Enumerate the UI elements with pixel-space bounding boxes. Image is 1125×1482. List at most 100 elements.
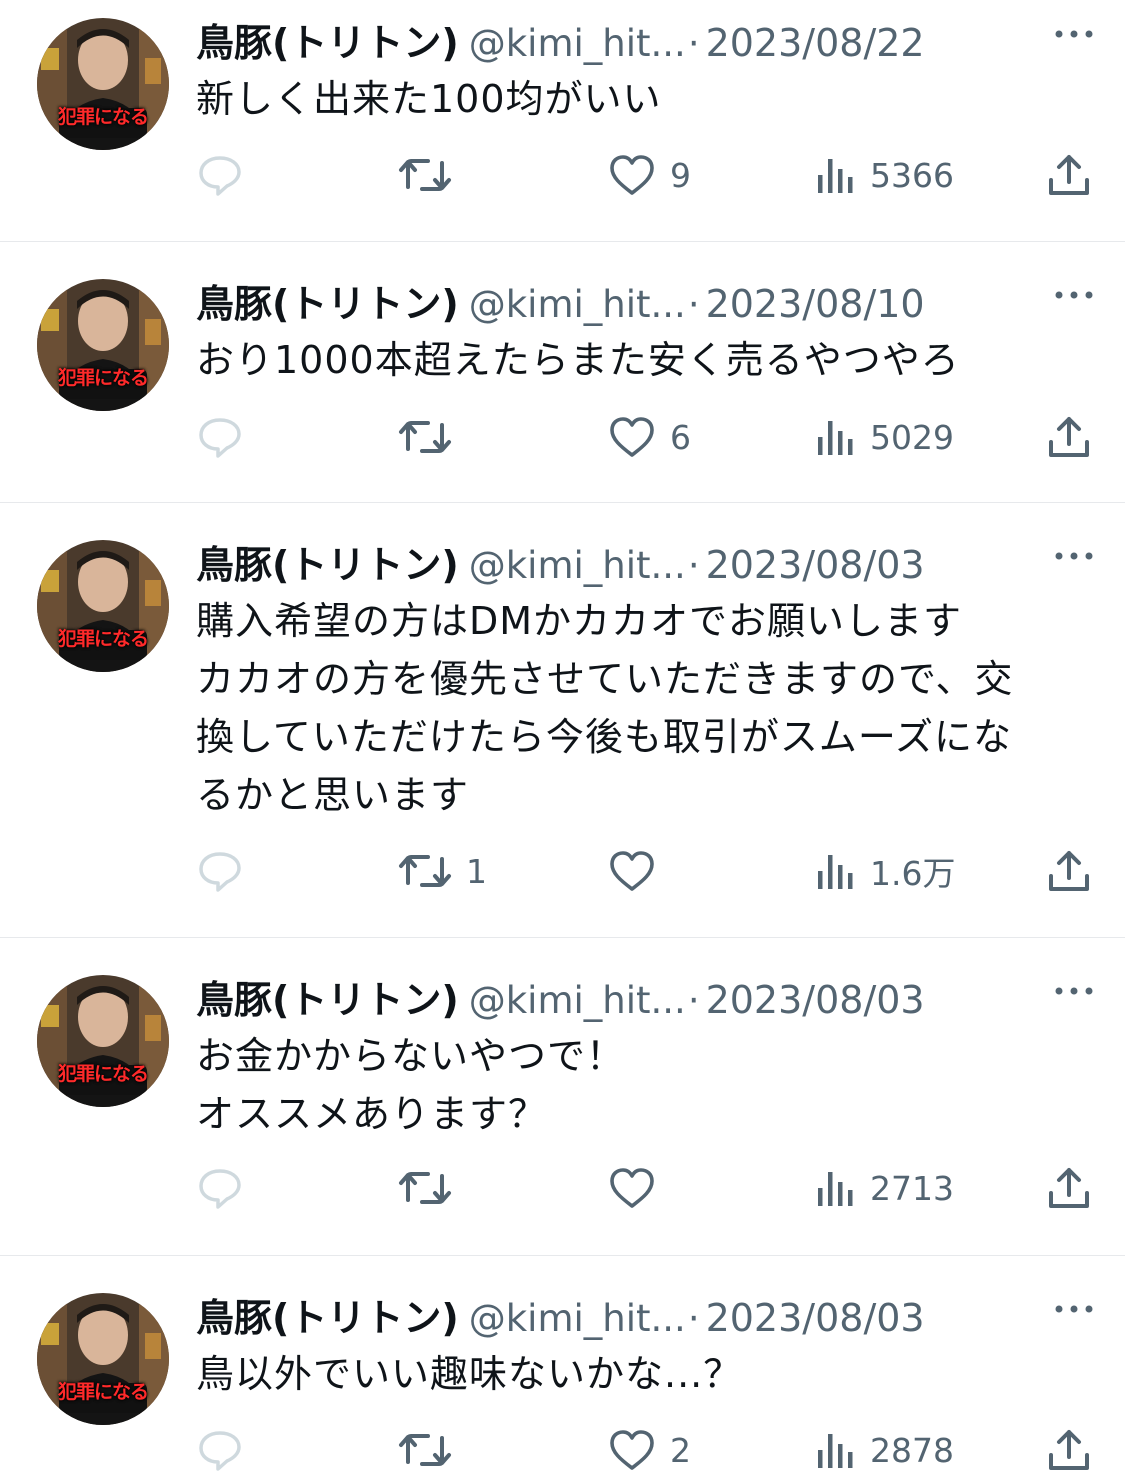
avatar-caption: 犯罪になる (57, 367, 149, 389)
author-name[interactable]: 鳥豚(トリトン) (196, 21, 459, 65)
tweet[interactable]: 犯罪になる 鳥豚(トリトン) @kimi_hit...· 2023/08/22 新し… (0, 0, 1125, 242)
author-handle[interactable]: @kimi_hit... (469, 283, 686, 326)
author-name[interactable]: 鳥豚(トリトン) (196, 282, 459, 326)
views-count: 1.6万 (870, 854, 956, 893)
avatar[interactable]: 犯罪になる (37, 1293, 169, 1425)
tweet-text-line: るかと思います (196, 773, 470, 817)
tweet-text-line: 換していただけたら今後も取引がスムーズにな (196, 715, 1012, 759)
views-chart-icon (818, 855, 853, 889)
views-button[interactable]: 5029 (816, 412, 954, 462)
avatar[interactable]: 犯罪になる (37, 18, 169, 150)
tweet-text: 購入希望の方はDMかカカオでお願いします カカオの方を優先させていただきますので… (196, 592, 1086, 824)
like-button[interactable]: 9 (608, 150, 691, 200)
separator: · (687, 544, 700, 587)
views-button[interactable]: 5366 (816, 150, 954, 200)
like-button[interactable]: 6 (608, 412, 691, 462)
avatar[interactable]: 犯罪になる (37, 975, 169, 1107)
more-dots-icon[interactable] (1053, 548, 1095, 564)
tweet-date[interactable]: 2023/08/03 (706, 1296, 925, 1340)
tweet-date[interactable]: 2023/08/10 (706, 282, 925, 326)
views-count: 5366 (870, 155, 954, 195)
heart-icon (610, 1430, 654, 1470)
like-count: 2 (670, 1430, 691, 1470)
reply-button[interactable] (196, 150, 258, 200)
author-handle[interactable]: @kimi_hit... (469, 22, 686, 65)
more-dots-icon[interactable] (1053, 1301, 1095, 1317)
views-chart-icon (818, 1434, 853, 1468)
share-button[interactable] (1047, 846, 1091, 896)
reply-button[interactable] (196, 846, 258, 896)
author-handle[interactable]: @kimi_hit... (469, 544, 686, 587)
retweet-button[interactable] (398, 1163, 466, 1213)
tweet-text-line: おり1000本超えたらまた安く売るやつやろ (196, 338, 960, 382)
tweet-text: お金かからないやつで！ オススメあります？ (196, 1027, 1086, 1143)
heart-icon (610, 1168, 654, 1208)
more-dots-icon[interactable] (1053, 26, 1095, 42)
separator: · (687, 283, 700, 326)
author-handle[interactable]: @kimi_hit... (469, 1297, 686, 1340)
share-icon (1049, 1168, 1089, 1208)
share-icon (1049, 851, 1089, 891)
avatar[interactable]: 犯罪になる (37, 279, 169, 411)
tweet-date[interactable]: 2023/08/03 (706, 978, 925, 1022)
reply-icon (199, 852, 241, 892)
views-count: 2878 (870, 1430, 954, 1470)
separator: · (687, 1297, 700, 1340)
retweet-icon (399, 1434, 451, 1466)
retweet-icon (399, 855, 451, 887)
share-button[interactable] (1047, 412, 1091, 462)
tweet[interactable]: 犯罪になる 鳥豚(トリトン) @kimi_hit...· 2023/08/03 鳥以… (0, 1256, 1125, 1482)
tweet[interactable]: 犯罪になる 鳥豚(トリトン) @kimi_hit...· 2023/08/03 購入… (0, 503, 1125, 938)
retweet-button[interactable] (398, 150, 466, 200)
tweet-date[interactable]: 2023/08/22 (706, 21, 925, 65)
author-name[interactable]: 鳥豚(トリトン) (196, 978, 459, 1022)
action-bar: 6 5029 (196, 412, 1091, 462)
reply-button[interactable] (196, 412, 258, 462)
more-dots-icon[interactable] (1053, 983, 1095, 999)
avatar-caption: 犯罪になる (57, 1381, 149, 1403)
reply-icon (199, 156, 241, 196)
retweet-button[interactable] (398, 412, 466, 462)
share-button[interactable] (1047, 1425, 1091, 1475)
tweet-text-line: カカオの方を優先させていただきますので、交 (196, 657, 1014, 701)
tweet-text-line: お金かからないやつで！ (196, 1034, 626, 1078)
action-bar: 9 5366 (196, 150, 1091, 200)
author-name[interactable]: 鳥豚(トリトン) (196, 543, 459, 587)
like-button[interactable] (608, 846, 670, 896)
share-button[interactable] (1047, 1163, 1091, 1213)
views-count: 5029 (870, 417, 954, 457)
retweet-icon (399, 1172, 451, 1204)
tweet-header: 鳥豚(トリトン) @kimi_hit...· 2023/08/10 (196, 273, 1095, 326)
reply-icon (199, 1431, 241, 1471)
tweet[interactable]: 犯罪になる 鳥豚(トリトン) @kimi_hit...· 2023/08/10 おり… (0, 242, 1125, 503)
like-button[interactable] (608, 1163, 670, 1213)
retweet-button[interactable] (398, 1425, 466, 1475)
tweet-text-line: 新しく出来た100均がいい (196, 77, 662, 121)
avatar[interactable]: 犯罪になる (37, 540, 169, 672)
heart-icon (610, 851, 654, 891)
views-button[interactable]: 2878 (816, 1425, 954, 1475)
reply-button[interactable] (196, 1425, 258, 1475)
action-bar: 2713 (196, 1163, 1091, 1213)
share-button[interactable] (1047, 150, 1091, 200)
tweet-header: 鳥豚(トリトン) @kimi_hit...· 2023/08/22 (196, 12, 1095, 65)
more-dots-icon[interactable] (1053, 287, 1095, 303)
views-chart-icon (818, 421, 853, 455)
avatar-caption: 犯罪になる (57, 628, 149, 650)
author-handle[interactable]: @kimi_hit... (469, 979, 686, 1022)
views-count: 2713 (870, 1168, 954, 1208)
views-chart-icon (818, 1172, 853, 1206)
like-button[interactable]: 2 (608, 1425, 691, 1475)
tweet-header: 鳥豚(トリトン) @kimi_hit...· 2023/08/03 (196, 1287, 1095, 1340)
views-button[interactable]: 1.6万 (816, 846, 955, 896)
reply-button[interactable] (196, 1163, 258, 1213)
share-icon (1049, 417, 1089, 457)
retweet-icon (399, 159, 451, 191)
tweet-date[interactable]: 2023/08/03 (706, 543, 925, 587)
retweet-icon (399, 421, 451, 453)
views-button[interactable]: 2713 (816, 1163, 954, 1213)
action-bar: 1 1.6万 (196, 846, 1091, 896)
author-name[interactable]: 鳥豚(トリトン) (196, 1296, 459, 1340)
retweet-button[interactable]: 1 (398, 846, 487, 896)
tweet[interactable]: 犯罪になる 鳥豚(トリトン) @kimi_hit...· 2023/08/03 お金… (0, 938, 1125, 1256)
